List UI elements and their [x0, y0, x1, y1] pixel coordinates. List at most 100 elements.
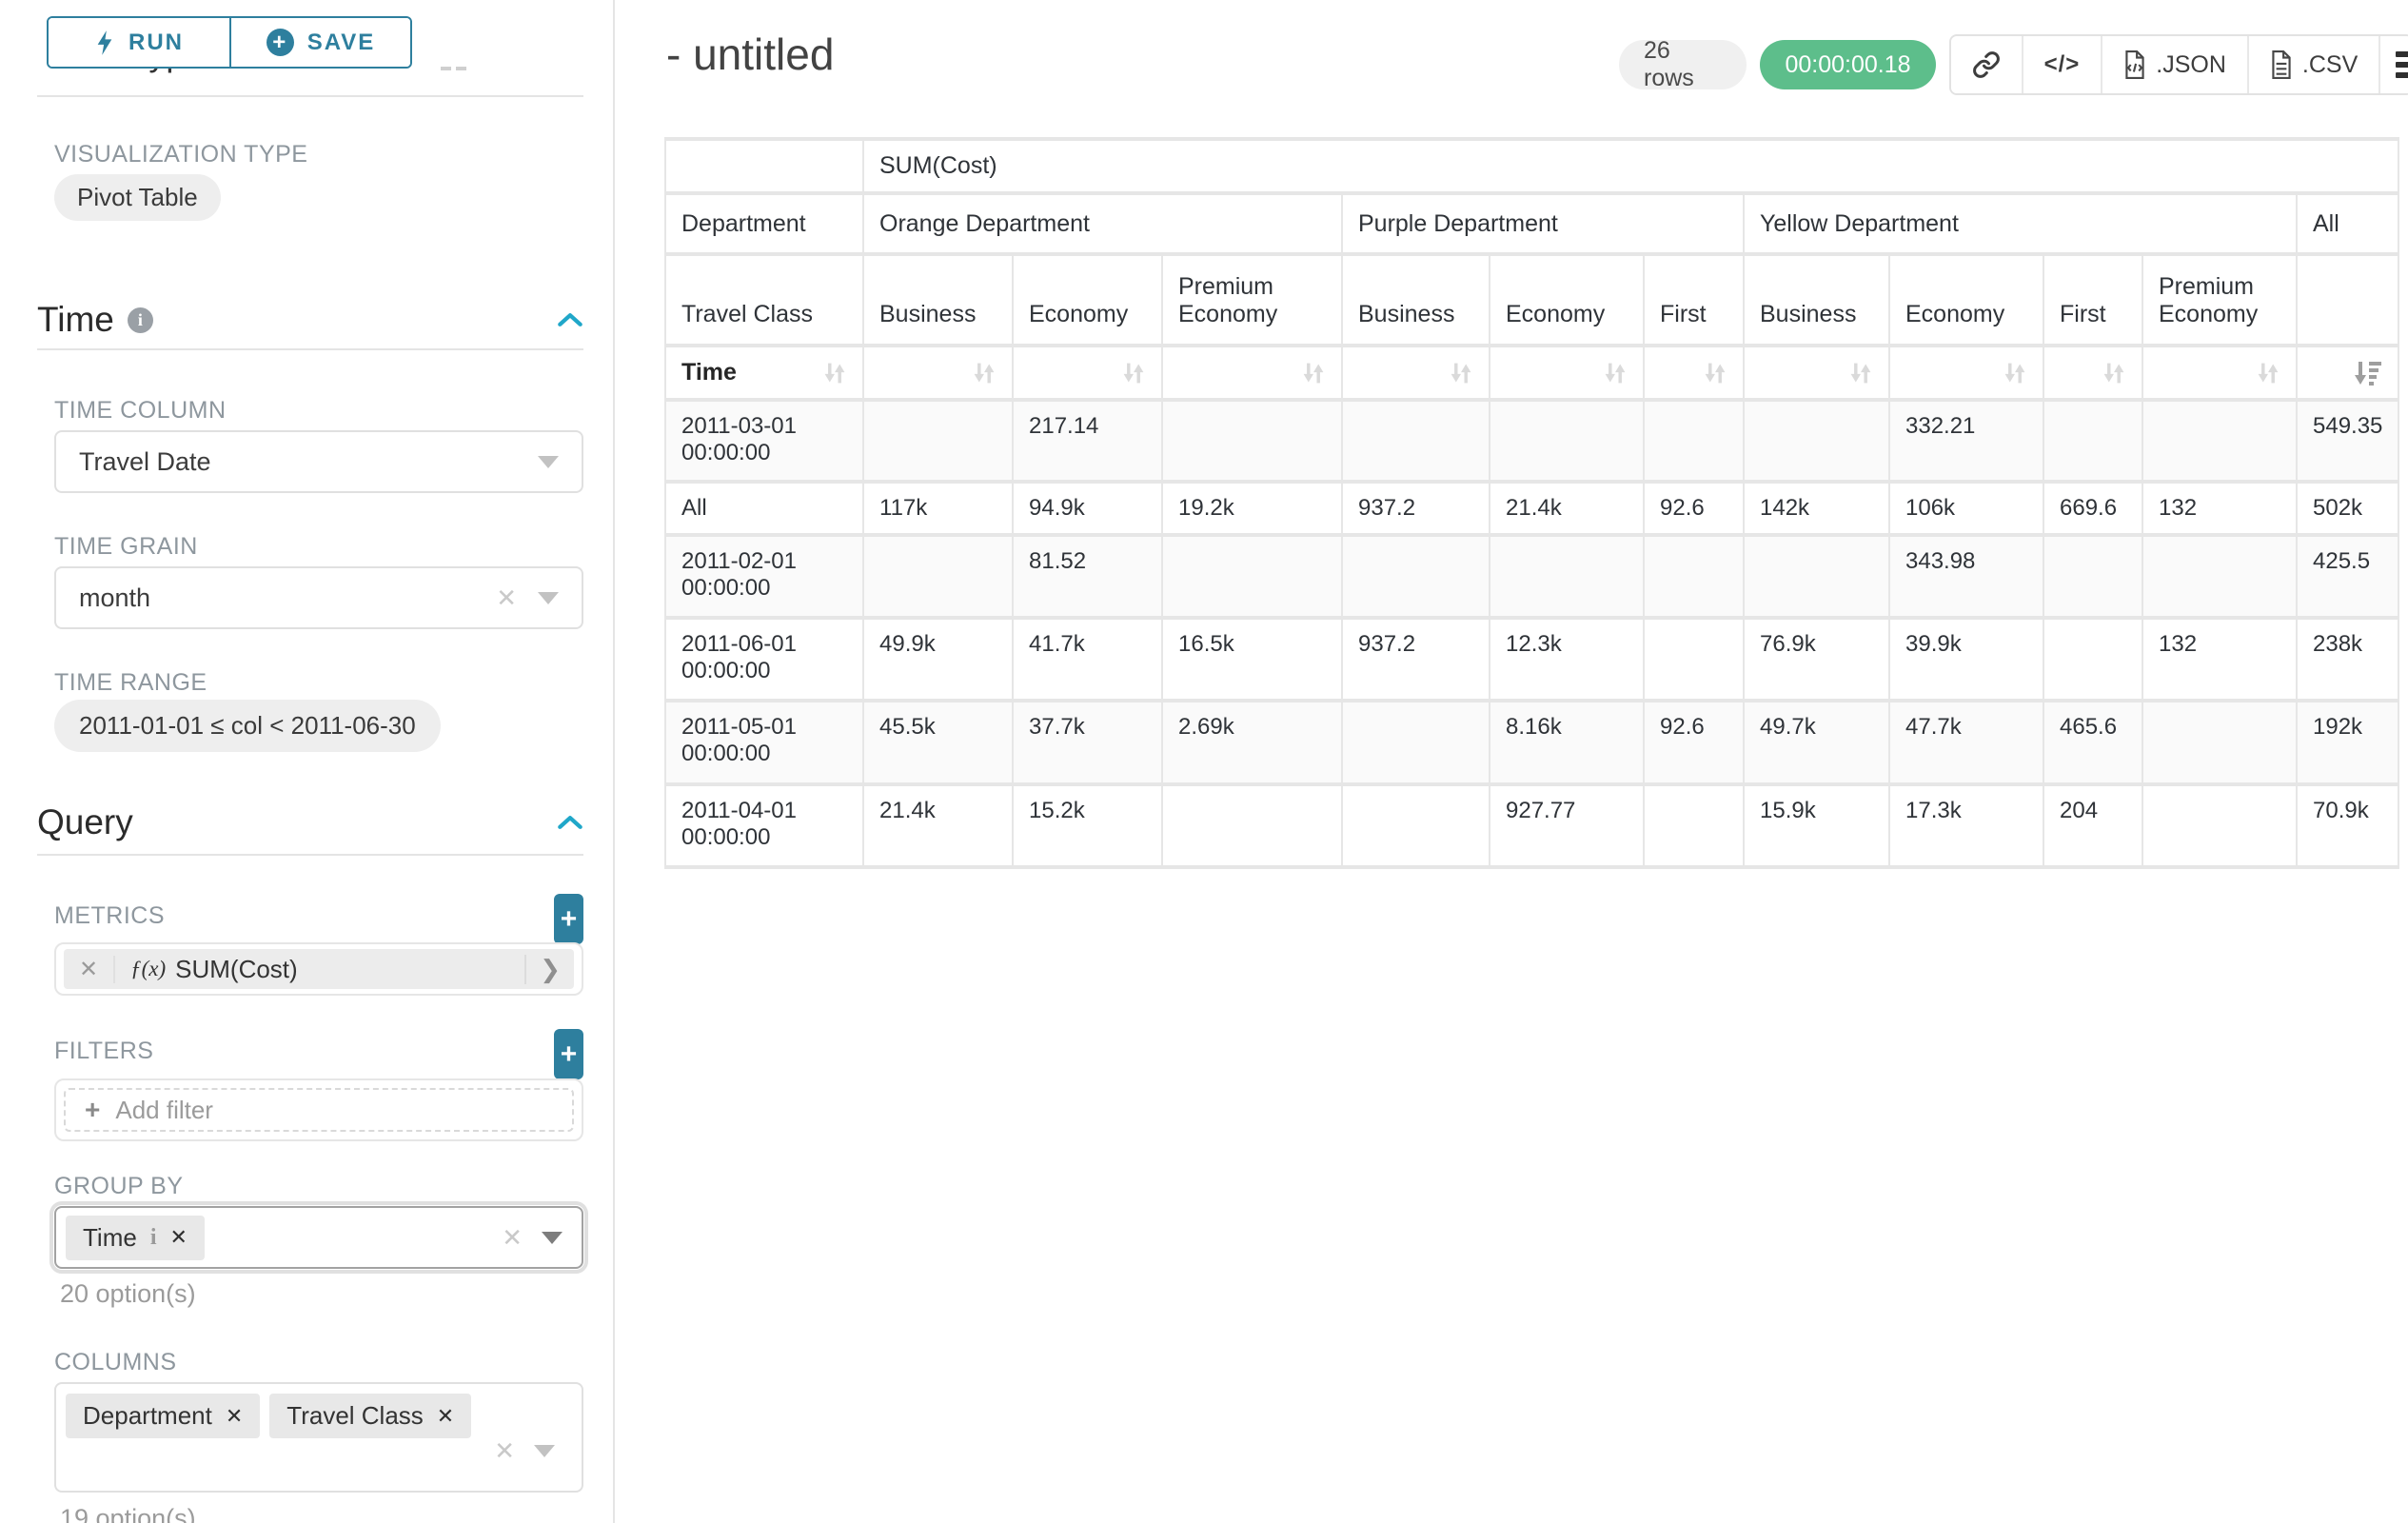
- dimension-tag[interactable]: Time i ✕: [66, 1216, 205, 1260]
- query-timer-badge: 00:00:00.18: [1760, 40, 1935, 89]
- data-cell: [1745, 537, 1890, 620]
- superset-explore-view: Chart Type RUN + SAVE VISUALIZATION TYPE…: [0, 0, 2408, 1523]
- sort-icon[interactable]: [1848, 361, 1873, 386]
- group-by-select[interactable]: Time i ✕ ✕: [54, 1206, 583, 1269]
- chevron-up-icon[interactable]: [557, 312, 583, 327]
- metrics-label: METRICS: [54, 902, 165, 930]
- section-divider: [37, 348, 583, 350]
- code-icon: </>: [2044, 51, 2081, 78]
- sort-icon[interactable]: [2102, 361, 2126, 386]
- save-button[interactable]: + SAVE: [229, 18, 410, 67]
- view-query-button[interactable]: </>: [2022, 36, 2102, 93]
- chart-title[interactable]: - untitled: [666, 29, 834, 80]
- chevron-up-icon[interactable]: [557, 815, 583, 830]
- data-cell: [2044, 537, 2143, 620]
- clear-icon[interactable]: ✕: [494, 1436, 515, 1466]
- export-csv-button[interactable]: .CSV: [2247, 36, 2378, 93]
- column-header: Economy: [1014, 256, 1163, 347]
- time-range-pill[interactable]: 2011-01-01 ≤ col < 2011-06-30: [54, 700, 441, 752]
- data-cell: [1490, 402, 1645, 484]
- row-header: All: [666, 484, 864, 537]
- data-cell: 132: [2143, 484, 2298, 537]
- sort-cell: [1890, 347, 2044, 402]
- sort-row: Time: [666, 347, 2399, 402]
- sort-icon[interactable]: [1603, 361, 1628, 386]
- time-grain-select[interactable]: month ✕: [54, 566, 583, 629]
- column-header: Business: [1745, 256, 1890, 347]
- clear-icon[interactable]: ✕: [502, 1223, 523, 1253]
- metric-name: SUM(Cost): [175, 955, 298, 984]
- time-section-header: Time i: [37, 300, 583, 340]
- data-cell: [2044, 402, 2143, 484]
- time-column-select[interactable]: Travel Date: [54, 430, 583, 493]
- data-cell: 49.7k: [1745, 702, 1890, 786]
- sort-icon[interactable]: [2003, 361, 2027, 386]
- table-row: 2011-02-01 00:00:0081.52343.98425.5: [666, 537, 2399, 620]
- sort-icon[interactable]: [1703, 361, 1727, 386]
- sort-cell: [864, 347, 1014, 402]
- data-cell: [1645, 620, 1745, 702]
- share-link-button[interactable]: [1951, 36, 2022, 93]
- export-json-button[interactable]: .JSON: [2101, 36, 2247, 93]
- plus-circle-icon: +: [266, 29, 294, 56]
- data-cell: [2143, 786, 2298, 869]
- column-header: First: [2044, 256, 2143, 347]
- menu-button[interactable]: [2378, 36, 2408, 93]
- dimension-tag[interactable]: Department ✕: [66, 1394, 260, 1438]
- sort-cell: [1490, 347, 1645, 402]
- column-header: Business: [864, 256, 1014, 347]
- data-cell: 49.9k: [864, 620, 1014, 702]
- info-icon[interactable]: i: [128, 307, 153, 333]
- data-cell: 8.16k: [1490, 702, 1645, 786]
- sort-header-cell: Time: [666, 347, 864, 402]
- data-cell: 238k: [2298, 620, 2399, 702]
- visualization-type-pill[interactable]: Pivot Table: [54, 174, 221, 221]
- table-row: 2011-05-01 00:00:0045.5k37.7k2.69k8.16k9…: [666, 702, 2399, 786]
- sort-icon[interactable]: [1301, 361, 1326, 386]
- save-button-label: SAVE: [307, 30, 376, 56]
- metric-pill[interactable]: ✕ ƒ(x) SUM(Cost) ❯: [64, 949, 574, 989]
- run-button[interactable]: RUN: [49, 18, 229, 67]
- tag-label: Travel Class: [286, 1401, 424, 1431]
- add-filter-plus-button[interactable]: +: [554, 1029, 583, 1079]
- sort-icon[interactable]: [1121, 361, 1146, 386]
- sort-icon[interactable]: [1449, 361, 1473, 386]
- row-header: 2011-03-01 00:00:00: [666, 402, 864, 484]
- remove-metric-icon[interactable]: ✕: [64, 956, 115, 983]
- sort-icon[interactable]: [972, 361, 997, 386]
- add-filter-button[interactable]: + Add filter: [64, 1088, 574, 1132]
- chevron-right-icon[interactable]: ❯: [524, 955, 574, 984]
- data-cell: 927.77: [1490, 786, 1645, 869]
- time-grain-label: TIME GRAIN: [54, 533, 198, 561]
- dimension-tag[interactable]: Travel Class ✕: [269, 1394, 471, 1438]
- data-cell: 94.9k: [1014, 484, 1163, 537]
- data-cell: 21.4k: [1490, 484, 1645, 537]
- remove-tag-icon[interactable]: ✕: [437, 1404, 454, 1429]
- remove-tag-icon[interactable]: ✕: [226, 1404, 243, 1429]
- remove-tag-icon[interactable]: ✕: [169, 1225, 187, 1250]
- table-row: All117k94.9k19.2k937.221.4k92.6142k106k6…: [666, 484, 2399, 537]
- data-cell: 16.5k: [1163, 620, 1343, 702]
- row-dim-header: Department: [666, 195, 864, 256]
- column-header: Economy: [1890, 256, 2044, 347]
- column-header: Business: [1343, 256, 1490, 347]
- data-cell: [1343, 402, 1490, 484]
- filters-field: + Add filter: [54, 1078, 583, 1141]
- data-cell: 937.2: [1343, 620, 1490, 702]
- data-cell: 12.3k: [1490, 620, 1645, 702]
- sort-icon[interactable]: [2256, 361, 2280, 386]
- metric-header-cell: SUM(Cost): [864, 141, 2399, 195]
- data-cell: [864, 402, 1014, 484]
- sort-desc-active-icon[interactable]: [2354, 361, 2382, 386]
- clear-icon[interactable]: ✕: [496, 583, 517, 613]
- row-header: 2011-04-01 00:00:00: [666, 786, 864, 869]
- data-cell: [1645, 402, 1745, 484]
- row-header: 2011-05-01 00:00:00: [666, 702, 864, 786]
- file-csv-icon: [2270, 50, 2293, 79]
- columns-select[interactable]: Department ✕ Travel Class ✕ ✕: [54, 1382, 583, 1493]
- sort-icon[interactable]: [822, 361, 847, 386]
- add-metric-button[interactable]: +: [554, 894, 583, 944]
- data-cell: [2143, 537, 2298, 620]
- data-cell: [864, 537, 1014, 620]
- leaf-header-row: Travel ClassBusinessEconomyPremium Econo…: [666, 256, 2399, 347]
